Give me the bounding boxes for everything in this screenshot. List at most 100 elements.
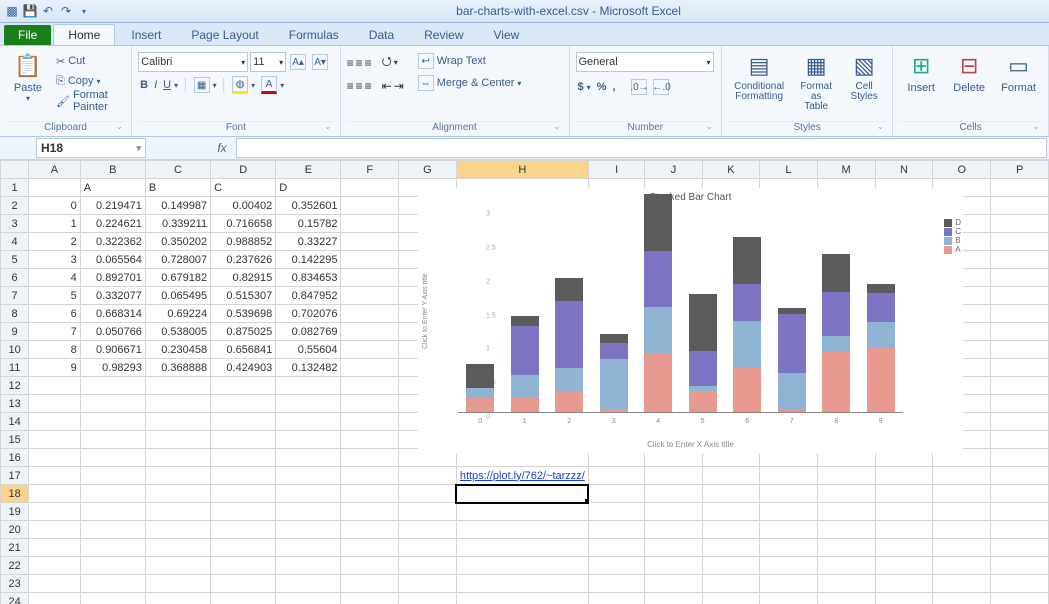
paste-button[interactable]: 📋 Paste ▾ (6, 48, 50, 105)
row-header[interactable]: 13 (1, 395, 29, 413)
cell[interactable]: 0.82915 (211, 269, 276, 287)
cell[interactable] (341, 431, 398, 449)
cell[interactable] (588, 467, 645, 485)
cell[interactable]: https://plot.ly/762/~tarzzz/ (456, 467, 588, 485)
row-header[interactable]: 10 (1, 341, 29, 359)
tab-data[interactable]: Data (355, 25, 408, 45)
column-header[interactable]: F (341, 161, 398, 179)
cell[interactable] (817, 539, 875, 557)
cell[interactable] (702, 557, 760, 575)
cell[interactable] (341, 485, 398, 503)
cell[interactable]: 0.538005 (145, 323, 210, 341)
cell[interactable] (875, 467, 933, 485)
cell[interactable]: 0.082769 (276, 323, 341, 341)
cell[interactable]: 0.230458 (145, 341, 210, 359)
row-header[interactable]: 9 (1, 323, 29, 341)
tab-home[interactable]: Home (53, 24, 115, 45)
cell[interactable]: C (211, 179, 276, 197)
cell[interactable] (398, 575, 456, 593)
cell[interactable] (933, 521, 991, 539)
cell[interactable] (991, 557, 1049, 575)
cell[interactable] (341, 359, 398, 377)
cell[interactable]: 0.98293 (80, 359, 145, 377)
redo-icon[interactable]: ↷ (58, 3, 74, 19)
cell[interactable] (145, 431, 210, 449)
undo-icon[interactable]: ↶ (40, 3, 56, 19)
cell[interactable] (145, 539, 210, 557)
cell[interactable] (341, 503, 398, 521)
cell[interactable] (991, 395, 1049, 413)
worksheet-grid[interactable]: ABCDEFGHIJKLMNOP1ABCD200.2194710.1499870… (0, 160, 1049, 604)
format-painter-button[interactable]: 🖌Format Painter (54, 92, 125, 110)
cell[interactable] (933, 575, 991, 593)
cell[interactable] (398, 593, 456, 604)
cell[interactable] (991, 503, 1049, 521)
cell[interactable] (80, 539, 145, 557)
cell[interactable] (991, 449, 1049, 467)
row-header[interactable]: 12 (1, 377, 29, 395)
cell[interactable]: 0.15782 (276, 215, 341, 233)
row-header[interactable]: 1 (1, 179, 29, 197)
cell[interactable] (276, 503, 341, 521)
cell[interactable] (588, 503, 645, 521)
cell[interactable] (341, 305, 398, 323)
cell[interactable] (817, 485, 875, 503)
cell[interactable] (276, 377, 341, 395)
format-as-table-button[interactable]: ▦Format as Table (794, 48, 838, 114)
cell[interactable] (276, 395, 341, 413)
font-size-select[interactable]: 11▾ (250, 52, 286, 72)
cell[interactable] (398, 557, 456, 575)
cell[interactable] (211, 467, 276, 485)
row-header[interactable]: 3 (1, 215, 29, 233)
cell[interactable]: 0.050766 (80, 323, 145, 341)
cell[interactable] (645, 521, 702, 539)
cell[interactable] (991, 215, 1049, 233)
cell[interactable] (875, 485, 933, 503)
cell[interactable] (341, 215, 398, 233)
cell[interactable] (341, 539, 398, 557)
cell[interactable] (991, 359, 1049, 377)
cell[interactable]: 2 (29, 233, 81, 251)
cell[interactable] (991, 485, 1049, 503)
cell[interactable] (456, 557, 588, 575)
cell[interactable] (760, 593, 817, 604)
tab-review[interactable]: Review (410, 25, 477, 45)
cell[interactable] (875, 593, 933, 604)
cell[interactable]: 0.988852 (211, 233, 276, 251)
cell[interactable] (645, 557, 702, 575)
align-right-icon[interactable]: ≡ (365, 79, 372, 93)
row-header[interactable]: 6 (1, 269, 29, 287)
tab-insert[interactable]: Insert (117, 25, 175, 45)
italic-button[interactable]: I (152, 76, 159, 94)
cell[interactable] (211, 485, 276, 503)
cell[interactable] (80, 395, 145, 413)
column-header[interactable]: A (29, 161, 81, 179)
cell[interactable] (398, 539, 456, 557)
embedded-chart[interactable]: Stacked Bar Chart Click to Enter Y Axis … (418, 188, 963, 453)
cell[interactable] (991, 377, 1049, 395)
cell[interactable] (341, 593, 398, 604)
row-header[interactable]: 14 (1, 413, 29, 431)
row-header[interactable]: 23 (1, 575, 29, 593)
cell[interactable]: D (276, 179, 341, 197)
cell[interactable] (760, 539, 817, 557)
cell[interactable]: 0.847952 (276, 287, 341, 305)
cell[interactable] (645, 593, 702, 604)
cell[interactable] (29, 431, 81, 449)
cell[interactable]: 1 (29, 215, 81, 233)
cell[interactable] (211, 431, 276, 449)
cell[interactable] (991, 287, 1049, 305)
cell[interactable] (702, 575, 760, 593)
cell[interactable] (29, 593, 81, 604)
cell[interactable] (145, 449, 210, 467)
column-header[interactable]: O (933, 161, 991, 179)
increase-decimal-button[interactable]: .0→ (629, 78, 649, 96)
cell[interactable]: 3 (29, 251, 81, 269)
cell[interactable]: 0.728007 (145, 251, 210, 269)
cell[interactable] (211, 377, 276, 395)
cell[interactable] (145, 485, 210, 503)
row-header[interactable]: 18 (1, 485, 29, 503)
cell[interactable] (991, 575, 1049, 593)
format-cells-button[interactable]: ▭Format (995, 48, 1042, 96)
cell[interactable]: 0.065564 (80, 251, 145, 269)
